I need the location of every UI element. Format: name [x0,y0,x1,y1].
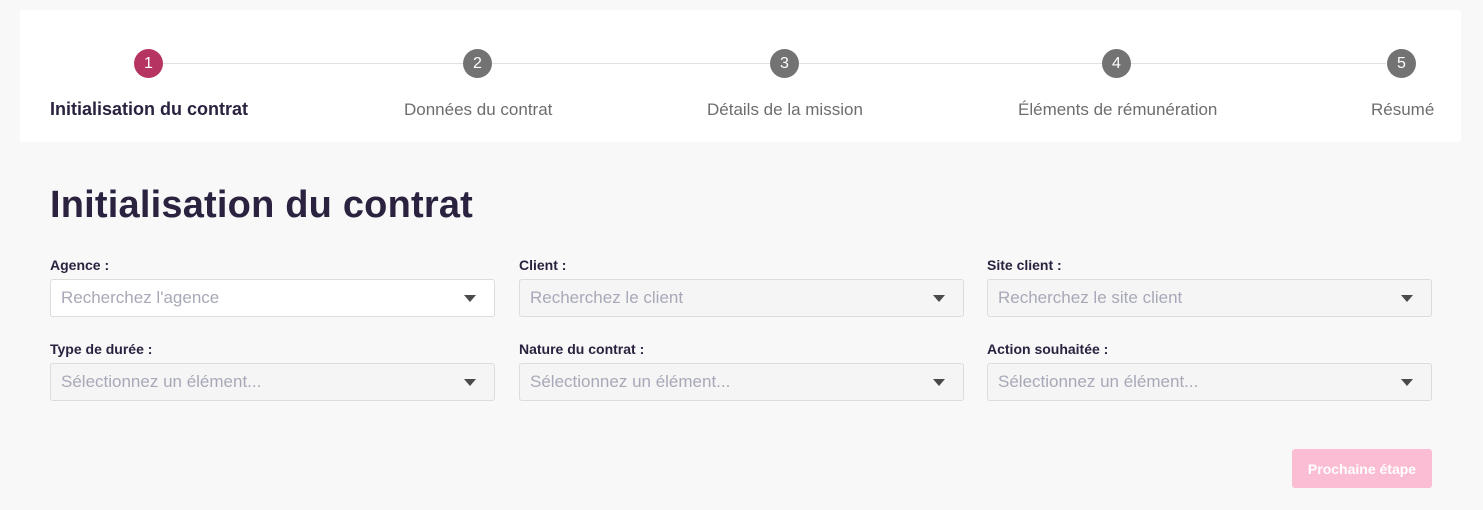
site-client-select[interactable] [987,279,1432,317]
next-step-button[interactable]: Prochaine étape [1292,449,1432,488]
action-souhaitee-input[interactable] [988,364,1431,400]
chevron-down-icon[interactable] [464,379,476,386]
client-input[interactable] [520,280,963,316]
type-duree-label: Type de durée : [50,341,153,357]
step-4-label[interactable]: Éléments de rémunération [1018,100,1217,120]
chevron-down-icon[interactable] [464,295,476,302]
site-client-label: Site client : [987,257,1062,273]
stepper: 1 2 3 4 5 Initialisation du contrat Donn… [20,10,1461,142]
type-duree-field: Type de durée : [50,339,495,401]
step-5-indicator[interactable]: 5 [1387,49,1416,78]
client-label: Client : [519,257,567,273]
site-client-input[interactable] [988,280,1431,316]
step-4-indicator[interactable]: 4 [1102,49,1131,78]
step-2-indicator[interactable]: 2 [463,49,492,78]
step-3-indicator[interactable]: 3 [770,49,799,78]
step-connector [492,63,770,64]
step-3-label[interactable]: Détails de la mission [707,100,863,120]
step-1-indicator[interactable]: 1 [134,49,163,78]
nature-contrat-field: Nature du contrat : [519,339,964,401]
chevron-down-icon[interactable] [1401,295,1413,302]
chevron-down-icon[interactable] [933,379,945,386]
agence-input[interactable] [51,280,494,316]
step-1-label[interactable]: Initialisation du contrat [50,99,248,120]
action-souhaitee-select[interactable] [987,363,1432,401]
chevron-down-icon[interactable] [933,295,945,302]
step-connector [799,63,1102,64]
agence-label: Agence : [50,257,110,273]
type-duree-select[interactable] [50,363,495,401]
step-5-label[interactable]: Résumé [1371,100,1434,120]
site-client-field: Site client : [987,255,1432,317]
nature-contrat-select[interactable] [519,363,964,401]
step-connector [163,63,463,64]
agence-select[interactable] [50,279,495,317]
action-souhaitee-field: Action souhaitée : [987,339,1432,401]
type-duree-input[interactable] [51,364,494,400]
page-title: Initialisation du contrat [50,184,474,226]
nature-contrat-label: Nature du contrat : [519,341,645,357]
nature-contrat-input[interactable] [520,364,963,400]
client-select[interactable] [519,279,964,317]
client-field: Client : [519,255,964,317]
action-souhaitee-label: Action souhaitée : [987,341,1109,357]
chevron-down-icon[interactable] [1401,379,1413,386]
step-connector [1131,63,1386,64]
step-2-label[interactable]: Données du contrat [404,100,552,120]
agence-field: Agence : [50,255,495,317]
